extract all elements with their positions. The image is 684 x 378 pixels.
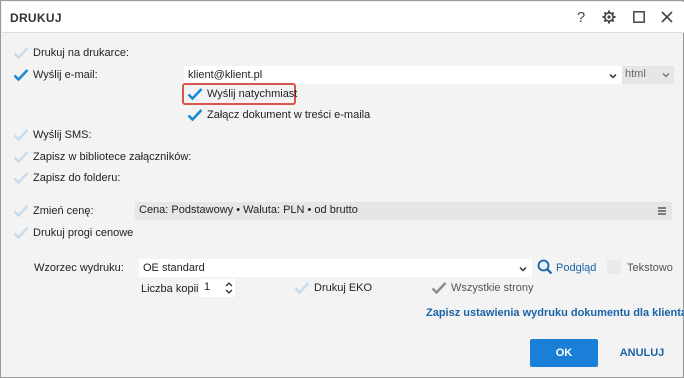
send-email-row[interactable]: Wyślij e-mail:	[13, 65, 98, 85]
check-icon	[187, 109, 203, 122]
template-label: Wzorzec wydruku:	[34, 262, 124, 274]
check-icon	[13, 151, 29, 164]
price-settings-value: Cena: Podstawowy • Waluta: PLN • od brut…	[139, 204, 358, 216]
price-thresholds-checkbox[interactable]	[13, 225, 29, 241]
title-bar: DRUKUJ ?	[2, 2, 684, 33]
change-price-label: Zmień cenę:	[33, 205, 94, 217]
email-address-value: klient@klient.pl	[188, 69, 263, 81]
send-sms-label: Wyślij SMS:	[33, 129, 92, 141]
send-email-label: Wyślij e-mail:	[33, 69, 98, 81]
all-pages-checkbox[interactable]	[431, 280, 447, 296]
price-thresholds-row[interactable]: Drukuj progi cenowe	[13, 223, 133, 243]
email-address-field[interactable]: klient@klient.pl	[184, 66, 622, 84]
maximize-icon	[633, 11, 645, 23]
maximize-button[interactable]	[628, 6, 650, 28]
email-format-select[interactable]: html	[622, 66, 674, 84]
save-folder-checkbox[interactable]	[13, 170, 29, 186]
save-attachments-label: Zapisz w bibliotece załączników:	[33, 151, 192, 163]
close-icon	[661, 11, 673, 23]
save-attachments-row[interactable]: Zapisz w bibliotece załączników:	[13, 147, 191, 167]
check-icon	[13, 129, 29, 142]
send-immediately-row[interactable]: Wyślij natychmiast	[187, 84, 297, 104]
print-on-printer-label: Drukuj na drukarce:	[33, 47, 129, 59]
print-on-printer-row[interactable]: Drukuj na drukarce:	[13, 43, 129, 63]
text-mode-label: Tekstowo	[627, 262, 673, 274]
check-icon	[187, 88, 203, 101]
save-attachments-checkbox[interactable]	[13, 149, 29, 165]
check-icon	[294, 282, 310, 295]
attach-in-body-checkbox[interactable]	[187, 107, 203, 123]
check-icon	[431, 282, 447, 295]
send-sms-row[interactable]: Wyślij SMS:	[13, 125, 92, 145]
settings-button[interactable]	[598, 6, 620, 28]
check-icon	[13, 205, 29, 218]
menu-icon[interactable]	[658, 207, 666, 215]
template-select[interactable]: OE standard	[139, 259, 532, 277]
price-thresholds-label: Drukuj progi cenowe	[33, 227, 134, 239]
check-icon	[13, 172, 29, 185]
template-value: OE standard	[143, 262, 205, 274]
save-folder-row[interactable]: Zapisz do folderu:	[13, 168, 120, 188]
attach-in-body-row[interactable]: Załącz dokument w treści e-maila	[187, 105, 370, 125]
print-eko-label: Drukuj EKO	[314, 282, 373, 294]
copies-value: 1	[204, 281, 211, 293]
send-immediately-label: Wyślij natychmiast	[207, 88, 298, 100]
help-icon: ?	[576, 8, 586, 26]
all-pages-row[interactable]: Wszystkie strony	[431, 278, 534, 298]
check-icon	[13, 227, 29, 240]
gear-icon	[602, 10, 616, 24]
chevron-down-icon	[609, 73, 617, 79]
save-folder-label: Zapisz do folderu:	[33, 172, 121, 184]
chevron-down-icon	[662, 72, 670, 78]
price-settings-field[interactable]: Cena: Podstawowy • Waluta: PLN • od brut…	[135, 202, 672, 220]
print-eko-row[interactable]: Drukuj EKO	[294, 278, 372, 298]
check-icon	[13, 69, 29, 82]
check-icon	[13, 47, 29, 60]
help-button[interactable]: ?	[570, 6, 592, 28]
preview-link[interactable]: Podgląd	[556, 262, 596, 274]
attach-in-body-label: Załącz dokument w treści e-maila	[207, 109, 371, 121]
print-dialog: DRUKUJ ? Drukuj na drukarce: Wyślij e-ma…	[0, 0, 684, 378]
cancel-button[interactable]: ANULUJ	[612, 339, 672, 367]
close-button[interactable]	[656, 6, 678, 28]
change-price-checkbox[interactable]	[13, 203, 29, 219]
ok-button[interactable]: OK	[530, 339, 598, 367]
dialog-title: DRUKUJ	[10, 11, 62, 25]
chevron-down-icon	[519, 266, 527, 272]
stepper-arrows-icon[interactable]	[225, 280, 233, 296]
save-settings-link[interactable]: Zapisz ustawienia wydruku dokumentu dla …	[426, 307, 684, 319]
change-price-row[interactable]: Zmień cenę:	[13, 201, 94, 221]
all-pages-label: Wszystkie strony	[451, 282, 534, 294]
copies-label: Liczba kopii:	[141, 283, 202, 295]
print-eko-checkbox[interactable]	[294, 280, 310, 296]
text-mode-checkbox[interactable]	[607, 260, 621, 274]
magnifier-icon[interactable]	[537, 259, 553, 275]
send-sms-checkbox[interactable]	[13, 127, 29, 143]
print-on-printer-checkbox[interactable]	[13, 45, 29, 61]
send-immediately-checkbox[interactable]	[187, 86, 203, 102]
copies-stepper[interactable]: 1	[199, 279, 235, 297]
email-format-value: html	[625, 68, 646, 80]
send-email-checkbox[interactable]	[13, 67, 29, 83]
